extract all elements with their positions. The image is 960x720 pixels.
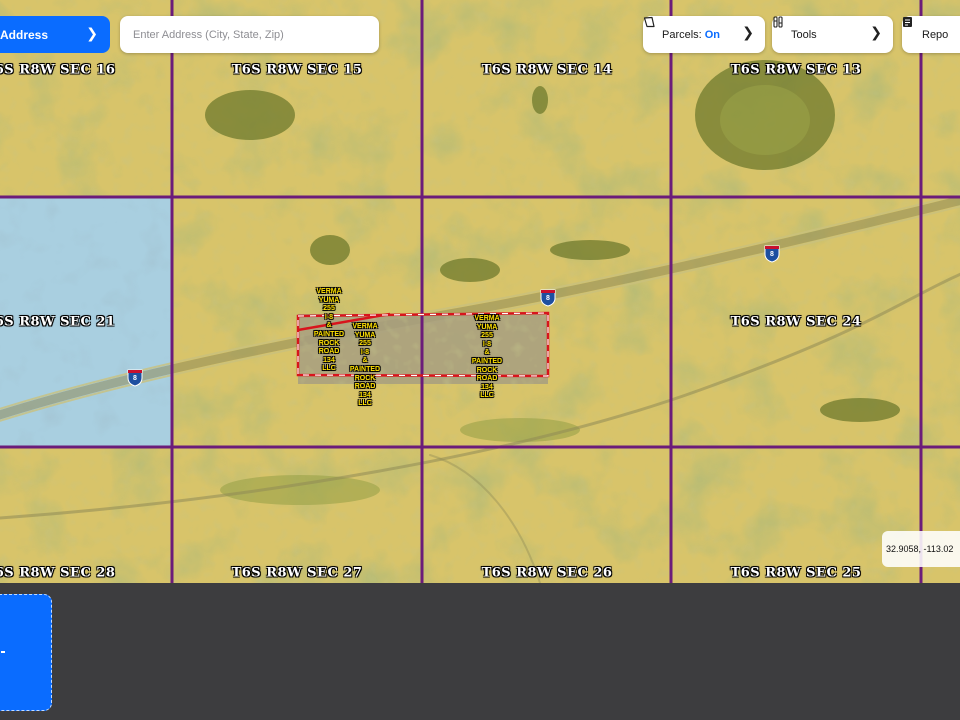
report-button[interactable]: Repo — [902, 16, 960, 53]
section-label-28: T6S R8W SEC 28 — [0, 565, 116, 581]
draw-tool-button[interactable] — [0, 594, 52, 711]
parcel-owner-label[interactable]: VERMA YUMA 255 I-8 & PAINTED ROCK ROAD 1… — [343, 323, 387, 409]
address-search-button[interactable]: Address ❯ — [0, 16, 110, 53]
coordinate-readout[interactable]: 32.9058, -113.02 — [882, 531, 960, 567]
section-label-16: T6S R8W SEC 16 — [0, 62, 116, 78]
section-label-27: T6S R8W SEC 27 — [231, 565, 363, 581]
chevron-right-icon: ❯ — [742, 24, 754, 40]
address-search-input[interactable] — [120, 16, 379, 53]
chevron-right-icon: ❯ — [86, 25, 98, 41]
tools-button[interactable]: Tools ❯ — [772, 16, 893, 53]
section-label-15: T6S R8W SEC 15 — [231, 62, 363, 78]
section-label-21: T6S R8W SEC 21 — [0, 314, 116, 330]
interstate-shield-label: 8 — [770, 251, 774, 258]
address-button-label: Address — [0, 27, 49, 42]
tools-label: Tools — [791, 28, 817, 41]
chevron-right-icon: ❯ — [870, 24, 882, 40]
section-label-24: T6S R8W SEC 24 — [730, 314, 862, 330]
coordinate-text: 32.9058, -113.02 — [886, 544, 954, 554]
section-label-26: T6S R8W SEC 26 — [481, 565, 613, 581]
section-label-25: T6S R8W SEC 25 — [730, 565, 862, 581]
section-label-14: T6S R8W SEC 14 — [481, 62, 613, 78]
report-label: Repo — [922, 28, 949, 41]
bottom-panel — [0, 583, 960, 720]
map-imagery — [0, 0, 960, 583]
parcels-label: Parcels: — [662, 28, 702, 41]
parcel-owner-label[interactable]: VERMA YUMA 255 I-8 & PAINTED ROCK ROAD 1… — [465, 315, 509, 401]
interstate-shield-label: 8 — [546, 295, 550, 302]
map-canvas[interactable]: 8 8 8 T6S R8W SEC 16 T6S R8W SEC 15 T6S … — [0, 0, 960, 583]
minus-icon — [1, 651, 5, 653]
interstate-shield-label: 8 — [133, 375, 137, 382]
section-label-13: T6S R8W SEC 13 — [730, 62, 862, 78]
parcels-toggle-button[interactable]: Parcels: On ❯ — [643, 16, 765, 53]
parcels-state: On — [704, 28, 721, 41]
